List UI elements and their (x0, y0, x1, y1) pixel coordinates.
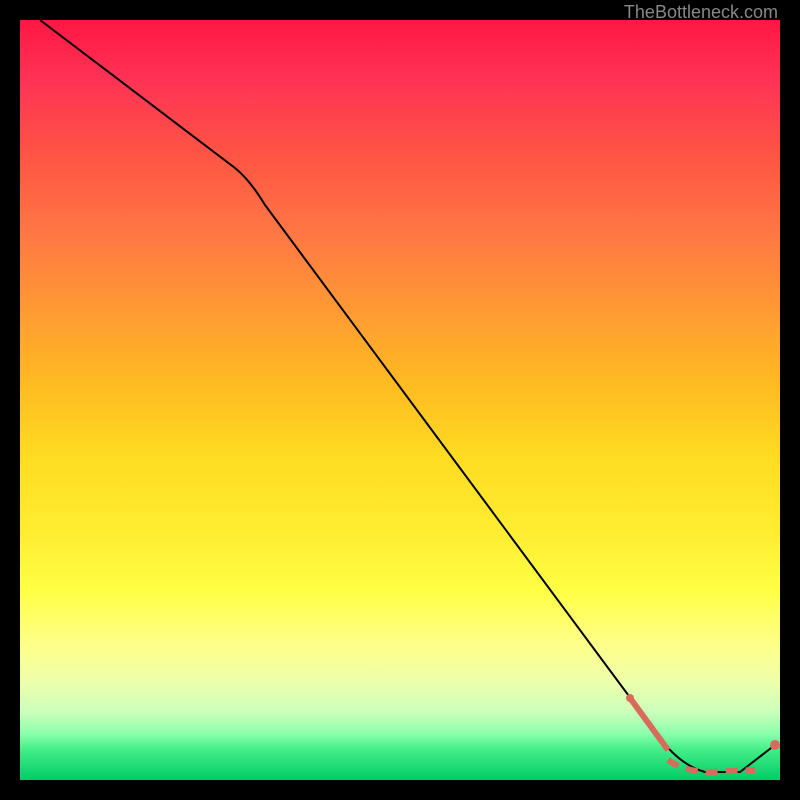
start-highlight-dot (626, 694, 634, 702)
chart-svg (20, 20, 780, 780)
main-curve (40, 20, 775, 772)
chart-container (20, 20, 780, 780)
end-point-dot (770, 740, 780, 750)
highlight-descent (630, 698, 668, 750)
watermark-text: TheBottleneck.com (624, 2, 778, 23)
